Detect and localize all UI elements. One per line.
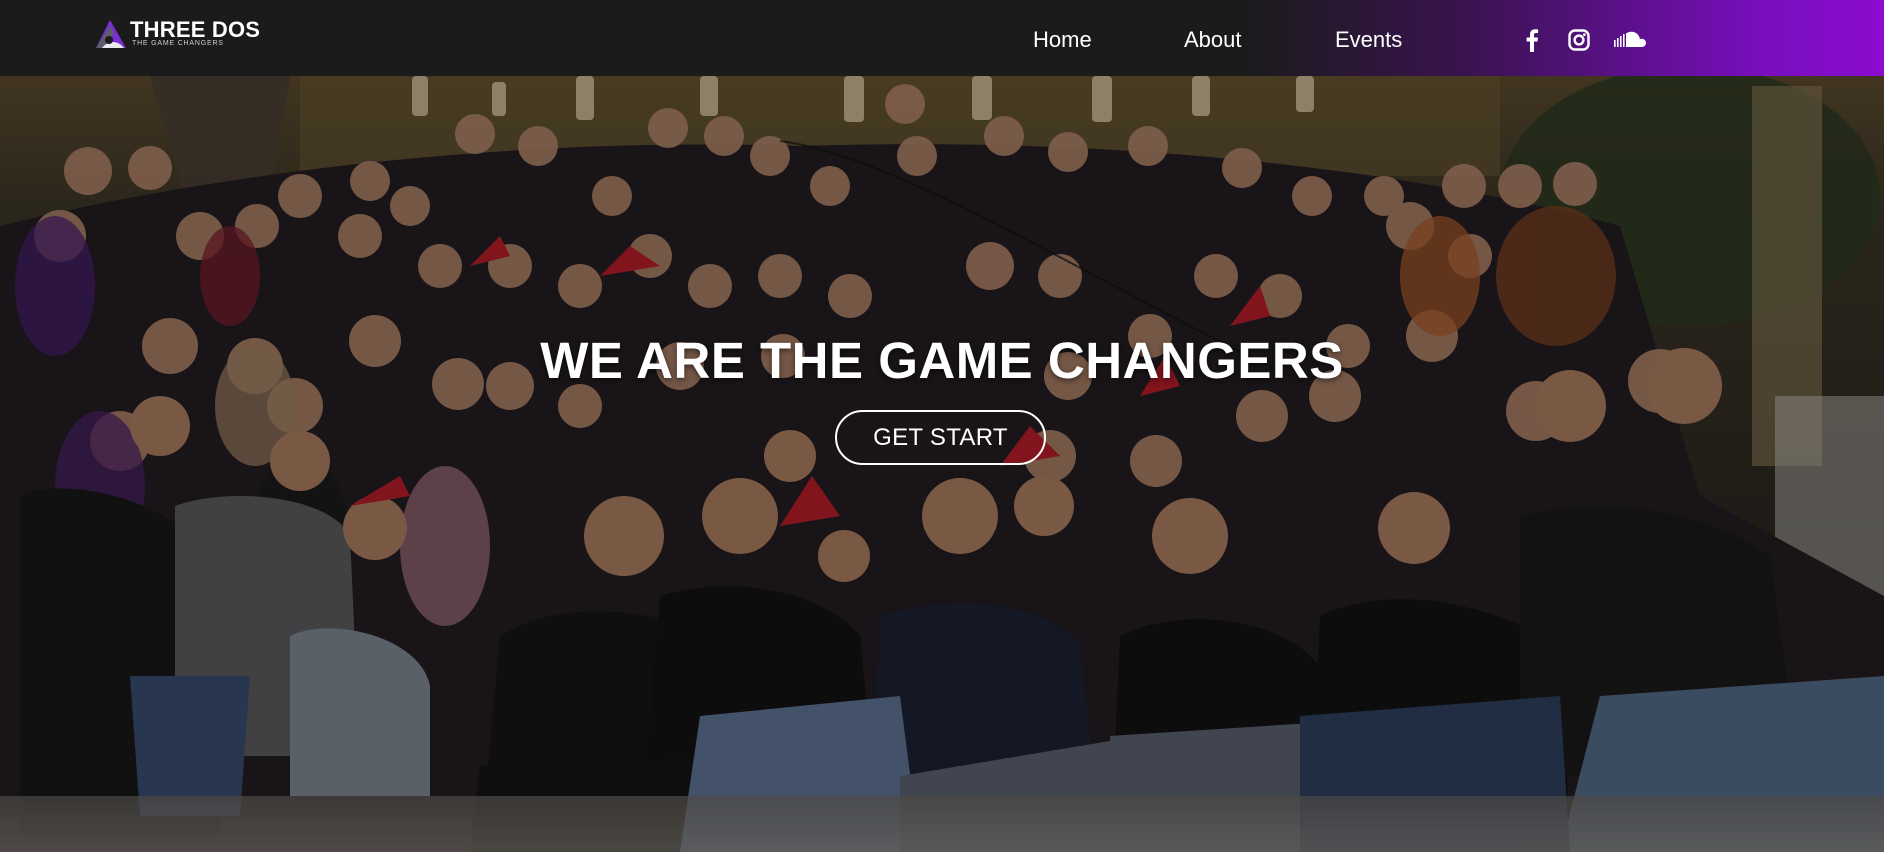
nav-home-link[interactable]: Home <box>1033 28 1092 52</box>
three-dos-logo-icon <box>96 20 126 48</box>
get-start-button[interactable]: GET START <box>835 410 1046 465</box>
navbar: THREE DOS THE GAME CHANGERS Home About E… <box>0 0 1884 76</box>
facebook-icon[interactable] <box>1525 26 1539 54</box>
nav-about-link[interactable]: About <box>1184 28 1242 52</box>
instagram-icon[interactable] <box>1568 26 1590 54</box>
brand-name: THREE DOS <box>130 17 261 42</box>
brand-logo-link[interactable]: THREE DOS THE GAME CHANGERS <box>92 18 260 52</box>
hero-section: WE ARE THE GAME CHANGERS GET START <box>0 76 1884 852</box>
nav-events-link[interactable]: Events <box>1335 28 1402 52</box>
hero-title: WE ARE THE GAME CHANGERS <box>540 332 1344 389</box>
soundcloud-icon[interactable] <box>1614 26 1646 54</box>
